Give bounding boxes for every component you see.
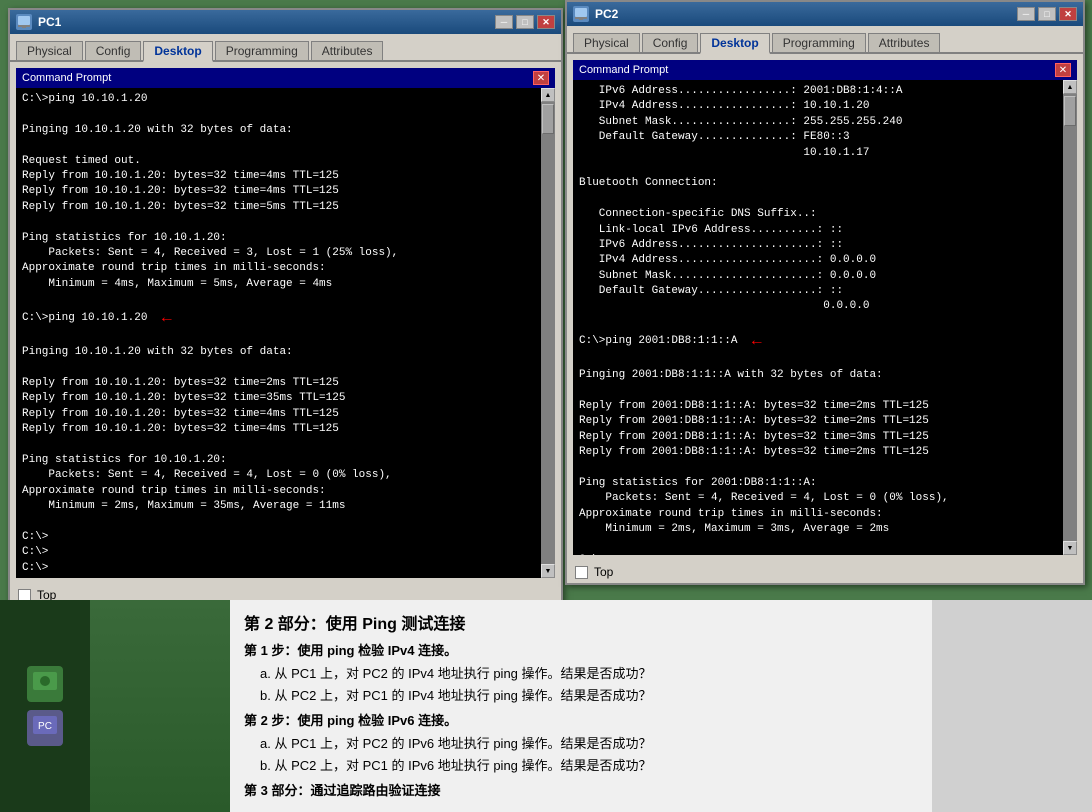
pc2-top-area: Top: [567, 561, 1083, 583]
pc1-tab-desktop[interactable]: Desktop: [143, 41, 212, 62]
pc1-icon: [16, 14, 32, 30]
pc2-cmd-close[interactable]: ✕: [1055, 63, 1071, 77]
pc2-scroll-thumb[interactable]: [1064, 96, 1076, 126]
pc2-cmd-window: Command Prompt ✕ IPv6 Address...........…: [573, 60, 1077, 555]
pc1-scrollbar[interactable]: ▲ ▼: [541, 88, 555, 578]
svg-text:PC: PC: [38, 721, 52, 732]
pc2-scrollbar[interactable]: ▲ ▼: [1063, 80, 1077, 555]
pc2-tab-physical[interactable]: Physical: [573, 33, 640, 52]
pc2-cmd-body: IPv6 Address.................: 2001:DB8:…: [573, 80, 1077, 555]
taskbar: PC: [0, 600, 90, 812]
pc1-minimize-btn[interactable]: ─: [495, 15, 513, 29]
step2-b: b. 从 PC2 上，对 PC1 的 IPv6 地址执行 ping 操作。结果是…: [260, 755, 918, 774]
pc1-cmd-title: Command Prompt: [22, 72, 533, 84]
pc1-tab-config[interactable]: Config: [85, 41, 142, 60]
taskbar-icon-1[interactable]: [27, 666, 63, 702]
pc1-cmd-body: C:\>ping 10.10.1.20 Pinging 10.10.1.20 w…: [16, 88, 555, 578]
pc2-close-btn[interactable]: ✕: [1059, 7, 1077, 21]
pc2-top-checkbox[interactable]: [575, 566, 588, 579]
pc2-scroll-track: [1063, 94, 1077, 541]
pc1-cmd-content[interactable]: C:\>ping 10.10.1.20 Pinging 10.10.1.20 w…: [16, 88, 541, 578]
pc2-scroll-down[interactable]: ▼: [1063, 541, 1077, 555]
pc1-tab-attributes[interactable]: Attributes: [311, 41, 384, 60]
step2-title: 第 2 步：使用 ping 检验 IPv6 连接。: [244, 710, 918, 729]
pc1-tab-physical[interactable]: Physical: [16, 41, 83, 60]
pc1-tab-bar: Physical Config Desktop Programming Attr…: [10, 34, 561, 62]
step3-title: 第 3 部分：通过追踪路由验证连接: [244, 780, 918, 799]
pc2-window[interactable]: PC2 ─ □ ✕ Physical Config Desktop Progra…: [565, 0, 1085, 585]
pc2-title: PC2: [595, 7, 1017, 21]
pc1-scroll-thumb[interactable]: [542, 104, 554, 134]
pc2-tab-programming[interactable]: Programming: [772, 33, 866, 52]
pc2-minimize-btn[interactable]: ─: [1017, 7, 1035, 21]
pc1-close-btn[interactable]: ✕: [537, 15, 555, 29]
pc1-title: PC1: [38, 15, 495, 29]
pc1-scroll-down[interactable]: ▼: [541, 564, 555, 578]
right-panel: [932, 600, 1092, 812]
pc1-cmd-window: Command Prompt ✕ C:\>ping 10.10.1.20 Pin…: [16, 68, 555, 578]
section2-title: 第 2 部分：使用 Ping 测试连接: [244, 610, 918, 634]
pc1-cmd-titlebar: Command Prompt ✕: [16, 68, 555, 88]
pc2-icon: [573, 6, 589, 22]
pc1-scroll-track: [541, 102, 555, 564]
step1-b: b. 从 PC2 上，对 PC1 的 IPv4 地址执行 ping 操作。结果是…: [260, 685, 918, 704]
step1-title: 第 1 步：使用 ping 检验 IPv4 连接。: [244, 640, 918, 659]
taskbar-icon-2[interactable]: PC: [27, 710, 63, 746]
pc2-cmd-content[interactable]: IPv6 Address.................: 2001:DB8:…: [573, 80, 1063, 555]
step2-a: a. 从 PC1 上，对 PC2 的 IPv6 地址执行 ping 操作。结果是…: [260, 733, 918, 752]
pc1-cmd-text: C:\>ping 10.10.1.20 Pinging 10.10.1.20 w…: [22, 92, 535, 576]
pc2-controls[interactable]: ─ □ ✕: [1017, 7, 1077, 21]
pc2-cmd-titlebar: Command Prompt ✕: [573, 60, 1077, 80]
pc1-tab-programming[interactable]: Programming: [215, 41, 309, 60]
pc2-maximize-btn[interactable]: □: [1038, 7, 1056, 21]
pc2-titlebar: PC2 ─ □ ✕: [567, 2, 1083, 26]
pc1-window[interactable]: PC1 ─ □ ✕ Physical Config Desktop Progra…: [8, 8, 563, 608]
pc1-controls[interactable]: ─ □ ✕: [495, 15, 555, 29]
pc2-tab-attributes[interactable]: Attributes: [868, 33, 941, 52]
pc2-tab-desktop[interactable]: Desktop: [700, 33, 769, 54]
pc1-titlebar: PC1 ─ □ ✕: [10, 10, 561, 34]
pc2-tab-config[interactable]: Config: [642, 33, 699, 52]
pc2-scroll-up[interactable]: ▲: [1063, 80, 1077, 94]
pc2-cmd-title: Command Prompt: [579, 64, 1055, 76]
pc2-top-label: Top: [594, 565, 613, 579]
pc1-cmd-close[interactable]: ✕: [533, 71, 549, 85]
pc1-scroll-up[interactable]: ▲: [541, 88, 555, 102]
pc2-tab-bar: Physical Config Desktop Programming Attr…: [567, 26, 1083, 54]
pc2-cmd-text: IPv6 Address.................: 2001:DB8:…: [579, 84, 1057, 555]
instruction-panel: 第 2 部分：使用 Ping 测试连接 第 1 步：使用 ping 检验 IPv…: [230, 600, 932, 812]
pc1-maximize-btn[interactable]: □: [516, 15, 534, 29]
step1-a: a. 从 PC1 上，对 PC2 的 IPv4 地址执行 ping 操作。结果是…: [260, 663, 918, 682]
